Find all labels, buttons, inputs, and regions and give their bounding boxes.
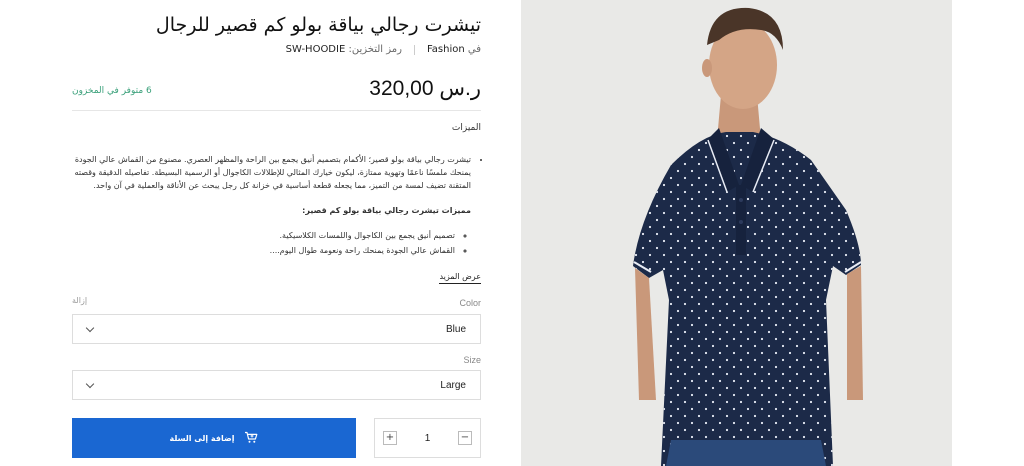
show-more-link[interactable]: عرض المزيد xyxy=(439,272,481,284)
size-select-value: Large xyxy=(440,379,466,391)
size-label: Size xyxy=(463,355,481,365)
product-image[interactable] xyxy=(521,0,952,466)
chevron-down-icon xyxy=(85,323,95,332)
color-select[interactable]: Blue xyxy=(72,314,481,344)
model-photo xyxy=(521,0,952,466)
add-to-cart-button[interactable]: إضافة إلى السلة xyxy=(72,418,356,458)
description-paragraph: تيشرت رجالي بياقة بولو قصير؛ الأكمام بتص… xyxy=(72,153,471,192)
increase-quantity-button[interactable]: + xyxy=(383,431,397,445)
decrease-quantity-button[interactable]: − xyxy=(458,431,472,445)
product-meta: في Fashion رمز التخزين: SW-HOODIE xyxy=(286,44,481,55)
chevron-down-icon xyxy=(85,379,95,388)
cart-icon xyxy=(244,429,258,448)
features-heading: الميزات xyxy=(451,123,481,133)
add-to-cart-label: إضافة إلى السلة xyxy=(169,433,235,443)
product-description: تيشرت رجالي بياقة بولو قصير؛ الأكمام بتص… xyxy=(72,153,481,259)
brand-link[interactable]: Fashion xyxy=(427,44,465,55)
product-title: تيشرت رجالي بياقة بولو كم قصير للرجال xyxy=(155,14,481,36)
features-subheading: مميزات تيشرت رجالي بياقة بولو كم قصير: xyxy=(302,206,471,215)
meta-divider xyxy=(413,44,415,55)
quantity-value[interactable]: 1 xyxy=(425,433,431,444)
stock-status: 6 متوفر في المخزون xyxy=(72,86,152,96)
sku-label: رمز التخزين: xyxy=(348,44,402,55)
divider xyxy=(72,110,481,111)
quantity-stepper: + 1 − xyxy=(374,418,481,458)
product-info-panel: تيشرت رجالي بياقة بولو كم قصير للرجال في… xyxy=(72,0,481,466)
feature-item: القماش عالي الجودة يمنحك راحة ونعومة طوا… xyxy=(72,244,455,257)
sku-value: SW-HOODIE xyxy=(285,44,346,55)
brand-prefix: في xyxy=(467,44,481,55)
clear-selection-link[interactable]: إزالة xyxy=(72,296,87,305)
color-label: Color xyxy=(459,298,481,308)
color-select-value: Blue xyxy=(445,323,466,335)
product-price: 320,00 ر.س xyxy=(369,77,481,100)
size-select[interactable]: Large xyxy=(72,370,481,400)
feature-item: تصميم أنيق يجمع بين الكاجوال واللمسات ال… xyxy=(72,229,456,242)
